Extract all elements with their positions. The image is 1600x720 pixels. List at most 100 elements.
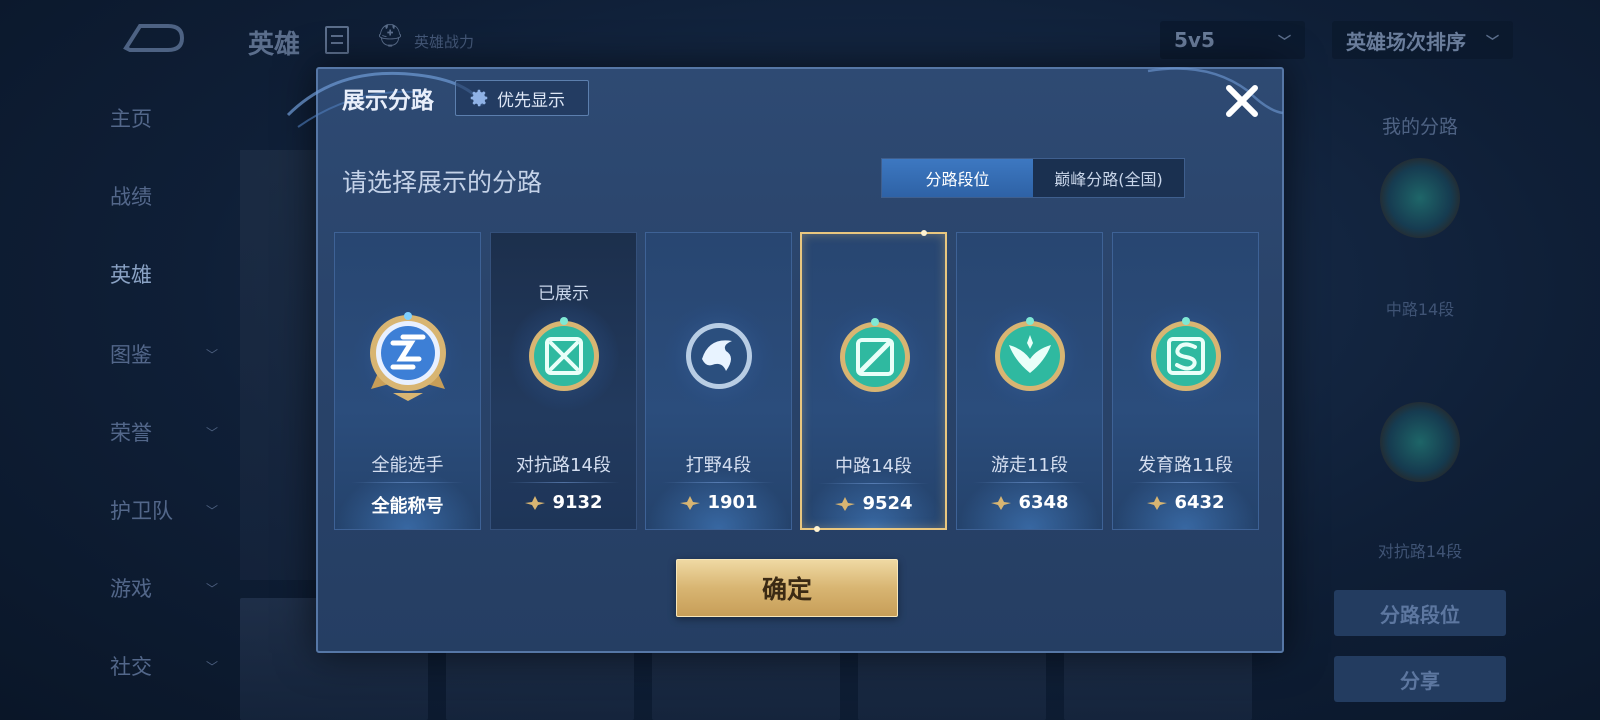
lane-name: 发育路11段	[1138, 455, 1233, 476]
tab-peak-lane[interactable]: 巅峰分路(全国)	[1033, 159, 1184, 197]
lane-card-roam[interactable]: 游走11段 6348	[956, 232, 1103, 530]
lane-value-text: 6432	[1174, 492, 1225, 513]
lane-name: 全能选手	[371, 455, 444, 476]
sidebar-item-label: 游戏	[110, 577, 152, 601]
sidebar-item-guard-team[interactable]: 护卫队 ﹀	[110, 490, 230, 530]
sort-select[interactable]: 英雄场次排序 ﹀	[1332, 21, 1513, 59]
sidebar-item-label: 战绩	[110, 185, 152, 209]
display-lane-dialog: 展示分路 优先显示 请选择展示的分路 分路段位 巅峰分路(全国) 全能选手 全能…	[286, 67, 1284, 653]
badge-wrap	[353, 301, 463, 411]
lane-value: 6348	[957, 492, 1102, 513]
priority-display-button[interactable]: 优先显示	[455, 80, 589, 116]
lane-card-all-round[interactable]: 全能选手 全能称号	[334, 232, 481, 530]
combat-power-icon	[680, 495, 701, 510]
lane-rank-button[interactable]: 分路段位	[1334, 590, 1506, 636]
sidebar-item-label: 社交	[110, 655, 152, 679]
chevron-down-icon: ﹀	[206, 425, 219, 440]
chevron-down-icon: ﹀	[206, 347, 219, 362]
lane-value: 9524	[802, 493, 945, 514]
lane-card-jungle[interactable]: 打野4段 1901	[645, 232, 792, 530]
clash-lane-badge-icon	[1380, 402, 1460, 482]
lane-value: 9132	[491, 492, 636, 513]
badge-wrap	[664, 301, 774, 411]
combat-power-icon	[525, 495, 546, 510]
divider	[351, 482, 464, 483]
mode-select[interactable]: 5v5 ﹀	[1160, 21, 1305, 59]
roam-badge-icon	[995, 317, 1065, 391]
all-round-badge-icon	[370, 312, 446, 401]
lane-tabs: 分路段位 巅峰分路(全国)	[881, 158, 1185, 198]
my-lane-label: 对抗路14段	[1377, 542, 1463, 561]
sidebar-item-label: 护卫队	[110, 499, 173, 523]
chevron-down-icon: ﹀	[206, 581, 219, 596]
game-logo-icon[interactable]	[120, 18, 186, 58]
clash-lane-badge-icon	[529, 317, 599, 391]
mode-select-value: 5v5	[1174, 28, 1215, 52]
divider	[818, 483, 929, 484]
badge-wrap	[509, 301, 619, 411]
lane-name: 游走11段	[991, 455, 1068, 476]
tab-lane-rank[interactable]: 分路段位	[882, 159, 1033, 197]
background-hero-panel	[240, 150, 318, 580]
divider	[1129, 482, 1242, 483]
badge-wrap	[1131, 301, 1241, 411]
divider	[662, 482, 775, 483]
gear-icon	[470, 89, 488, 107]
lane-card-clash[interactable]: 已展示 对抗路14段 9132	[490, 232, 637, 530]
helmet-icon[interactable]: ⛑	[376, 24, 404, 49]
close-button[interactable]	[1218, 77, 1266, 125]
badge-wrap	[820, 302, 930, 412]
sidebar-item-label: 图鉴	[110, 343, 152, 367]
jungle-badge-icon	[686, 323, 752, 389]
lane-value: 全能称号	[335, 492, 480, 518]
my-lanes-panel: 我的分路 中路14段 对抗路14段 分路段位 分享	[1320, 90, 1520, 710]
lane-value-text: 9524	[862, 493, 913, 514]
sidebar-item-label: 英雄	[110, 263, 152, 287]
divider	[973, 482, 1086, 483]
combat-power-icon	[835, 496, 856, 511]
sidebar-item-honor[interactable]: 荣誉 ﹀	[110, 412, 230, 452]
lane-value: 6432	[1113, 492, 1258, 513]
sidebar-item-heroes[interactable]: 英雄	[110, 254, 230, 294]
sidebar-item-codex[interactable]: 图鉴 ﹀	[110, 334, 230, 374]
sidebar-item-label: 荣誉	[110, 421, 152, 445]
sidebar-item-record[interactable]: 战绩	[110, 176, 230, 216]
farm-lane-badge-icon	[1151, 317, 1221, 391]
lane-card-mid[interactable]: 中路14段 9524	[800, 230, 947, 532]
chevron-down-icon: ﹀	[206, 503, 219, 518]
select-lane-prompt: 请选择展示的分路	[342, 168, 543, 197]
lane-value: 1901	[646, 492, 791, 513]
combat-power-icon	[1147, 495, 1168, 510]
my-lane-label: 中路14段	[1385, 300, 1455, 319]
chevron-down-icon: ﹀	[206, 659, 219, 674]
badge-wrap	[975, 301, 1085, 411]
lane-card-list: 全能选手 全能称号 已展示 对抗路14段 9132 打野4段 1901 中路14…	[334, 230, 1270, 532]
mid-lane-badge-icon	[1380, 158, 1460, 238]
chevron-down-icon: ﹀	[1485, 34, 1499, 50]
sort-select-value: 英雄场次排序	[1346, 29, 1466, 54]
priority-display-label: 优先显示	[497, 90, 565, 111]
mid-lane-badge-icon	[840, 318, 910, 392]
sidebar-item-home[interactable]: 主页	[110, 98, 230, 138]
lane-card-farm[interactable]: 发育路11段 6432	[1112, 232, 1259, 530]
divider	[507, 482, 620, 483]
document-icon[interactable]	[325, 26, 349, 54]
lane-value-text: 1901	[707, 492, 758, 513]
hero-power-label[interactable]: 英雄战力	[414, 31, 474, 52]
lane-name: 中路14段	[835, 456, 912, 477]
lane-value-text: 6348	[1018, 492, 1069, 513]
confirm-button[interactable]: 确定	[676, 559, 898, 617]
lane-value-text: 9132	[552, 492, 603, 513]
combat-power-icon	[991, 495, 1012, 510]
lane-name: 对抗路14段	[516, 455, 611, 476]
chevron-down-icon: ﹀	[1277, 34, 1291, 50]
close-icon	[1226, 85, 1258, 117]
sidebar-item-games[interactable]: 游戏 ﹀	[110, 568, 230, 608]
sidebar-item-label: 主页	[110, 107, 152, 131]
lane-value-text: 全能称号	[371, 496, 444, 517]
share-button[interactable]: 分享	[1334, 656, 1506, 702]
sidebar-item-social[interactable]: 社交 ﹀	[110, 646, 230, 686]
dialog-title: 展示分路	[342, 88, 434, 114]
my-lanes-title: 我的分路	[1381, 116, 1458, 138]
lane-name: 打野4段	[685, 455, 752, 476]
